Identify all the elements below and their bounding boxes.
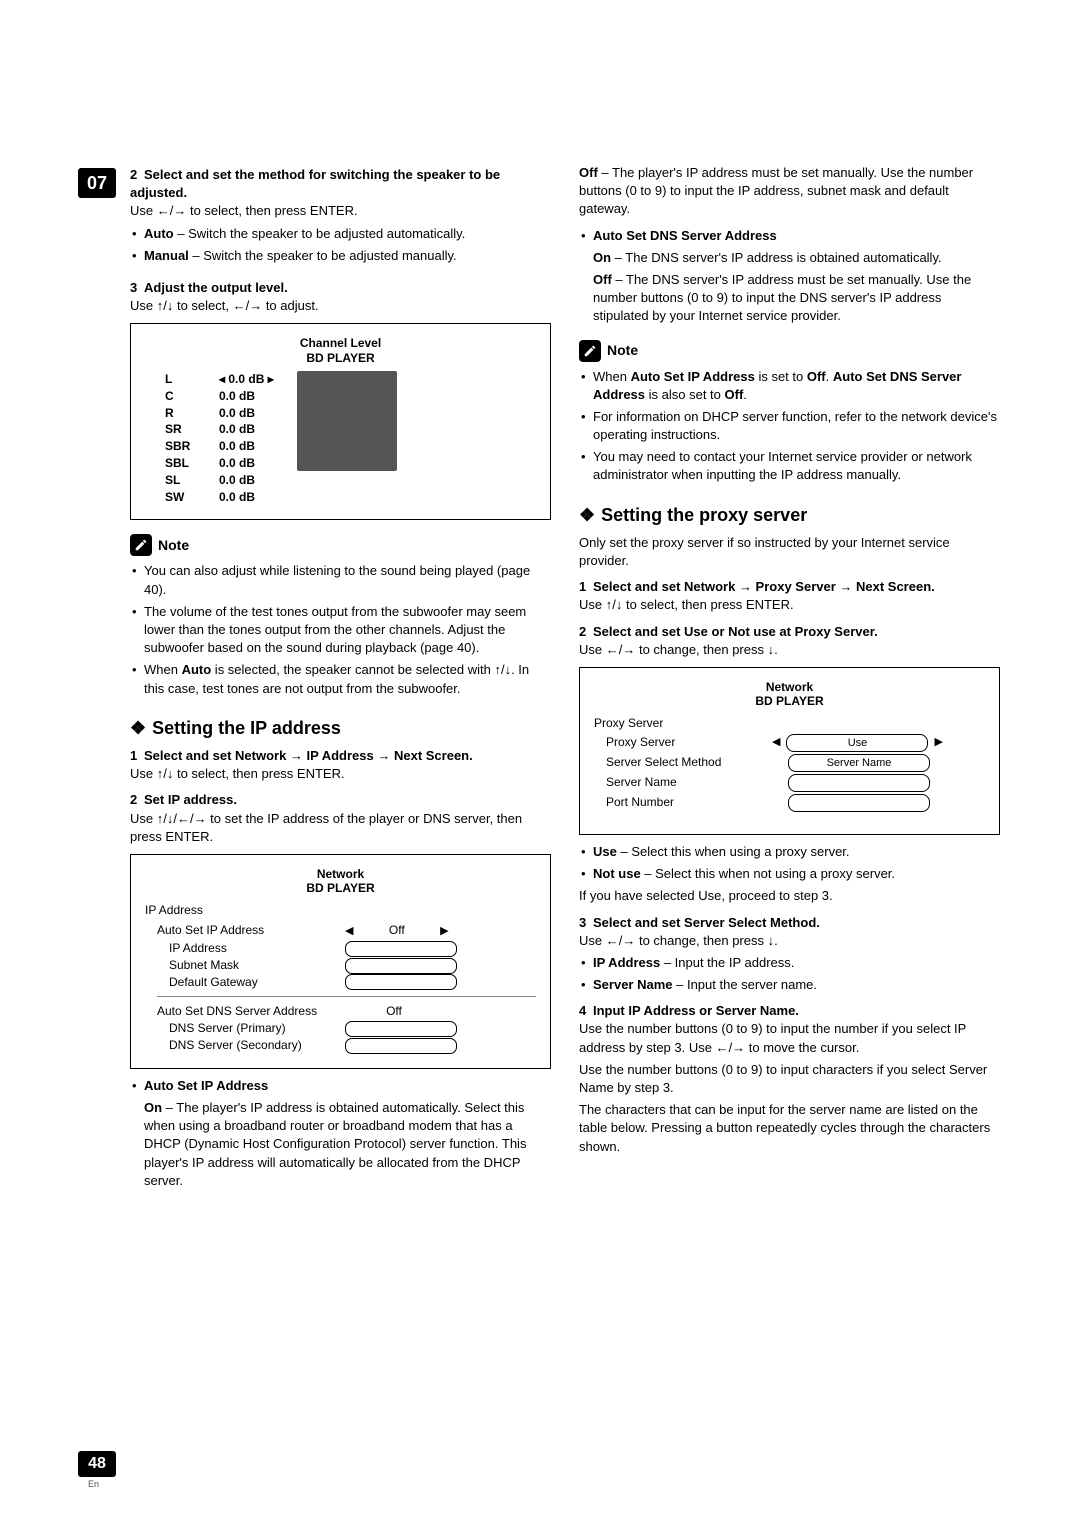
option-not-use: Not use – Select this when not using a p…: [579, 865, 1000, 883]
chapter-badge: 07: [78, 168, 116, 198]
proxy-step-4: 4Input IP Address or Server Name.: [579, 1002, 1000, 1020]
heading-ip-address: ❖Setting the IP address: [130, 716, 551, 741]
note-item: The volume of the test tones output from…: [130, 603, 551, 658]
option-auto-set-dns: Auto Set DNS Server Address: [579, 227, 1000, 245]
note-item: When Auto Set IP Address is set to Off. …: [579, 368, 1000, 404]
proxy-step-3-instruction: Use ←/→ to change, then press ↓.: [579, 932, 1000, 950]
page-language: En: [88, 1478, 99, 1491]
osd-network-proxy: NetworkBD PLAYER Proxy Server Proxy Serv…: [579, 667, 1000, 835]
proxy-step-4-p3: The characters that can be input for the…: [579, 1101, 1000, 1156]
proxy-step-1-instruction: Use ↑/↓ to select, then press ENTER.: [579, 596, 1000, 614]
dns-off: Off – The DNS server's IP address must b…: [593, 271, 1000, 326]
if-use-note: If you have selected Use, proceed to ste…: [579, 887, 1000, 905]
ip-step-2-instruction: Use ↑/↓/←/→ to set the IP address of the…: [130, 810, 551, 846]
note-item: You can also adjust while listening to t…: [130, 562, 551, 598]
speaker-diagram-image: [297, 371, 397, 471]
option-use: Use – Select this when using a proxy ser…: [579, 843, 1000, 861]
option-off: Off – The player's IP address must be se…: [579, 164, 1000, 219]
option-server-name: Server Name – Input the server name.: [579, 976, 1000, 994]
proxy-step-3: 3Select and set Server Select Method.: [579, 914, 1000, 932]
step-3-instruction: Use ↑/↓ to select, ←/→ to adjust.: [130, 297, 551, 315]
proxy-step-2-instruction: Use ←/→ to change, then press ↓.: [579, 641, 1000, 659]
note-item: When Auto is selected, the speaker canno…: [130, 661, 551, 697]
option-auto: Auto – Switch the speaker to be adjusted…: [130, 225, 551, 243]
right-column: Off – The player's IP address must be se…: [579, 160, 1000, 1190]
osd-network-ip: NetworkBD PLAYER IP Address Auto Set IP …: [130, 854, 551, 1069]
ip-step-2: 2Set IP address.: [130, 791, 551, 809]
dns-on: On – The DNS server's IP address is obta…: [593, 249, 1000, 267]
ip-step-1-instruction: Use ↑/↓ to select, then press ENTER.: [130, 765, 551, 783]
left-column: 2Select and set the method for switching…: [80, 160, 551, 1190]
proxy-step-4-p2: Use the number buttons (0 to 9) to input…: [579, 1061, 1000, 1097]
note-item: For information on DHCP server function,…: [579, 408, 1000, 444]
pencil-icon: [130, 534, 152, 556]
osd-channel-level: Channel LevelBD PLAYER L◂ 0.0 dB ▸ C0.0 …: [130, 323, 551, 520]
note-item: You may need to contact your Internet se…: [579, 448, 1000, 484]
step-2: 2Select and set the method for switching…: [130, 166, 551, 202]
step-3: 3Adjust the output level.: [130, 279, 551, 297]
proxy-step-2: 2Select and set Use or Not use at Proxy …: [579, 623, 1000, 641]
option-manual: Manual – Switch the speaker to be adjust…: [130, 247, 551, 265]
option-ip-address: IP Address – Input the IP address.: [579, 954, 1000, 972]
note-block: Note: [579, 340, 1000, 362]
ip-step-1: 1Select and set Network → IP Address → N…: [130, 747, 551, 765]
heading-proxy: ❖Setting the proxy server: [579, 503, 1000, 528]
proxy-intro: Only set the proxy server if so instruct…: [579, 534, 1000, 570]
step-2-instruction: Use ←/→ to select, then press ENTER.: [130, 202, 551, 220]
option-on: On – The player's IP address is obtained…: [144, 1099, 551, 1190]
option-auto-set-ip: Auto Set IP Address: [130, 1077, 551, 1095]
proxy-step-1: 1Select and set Network → Proxy Server →…: [579, 578, 1000, 596]
pencil-icon: [579, 340, 601, 362]
page-number: 48: [78, 1451, 116, 1477]
note-block: Note: [130, 534, 551, 556]
manual-page: 07 48 En 2Select and set the method for …: [0, 0, 1080, 1527]
proxy-step-4-p1: Use the number buttons (0 to 9) to input…: [579, 1020, 1000, 1056]
